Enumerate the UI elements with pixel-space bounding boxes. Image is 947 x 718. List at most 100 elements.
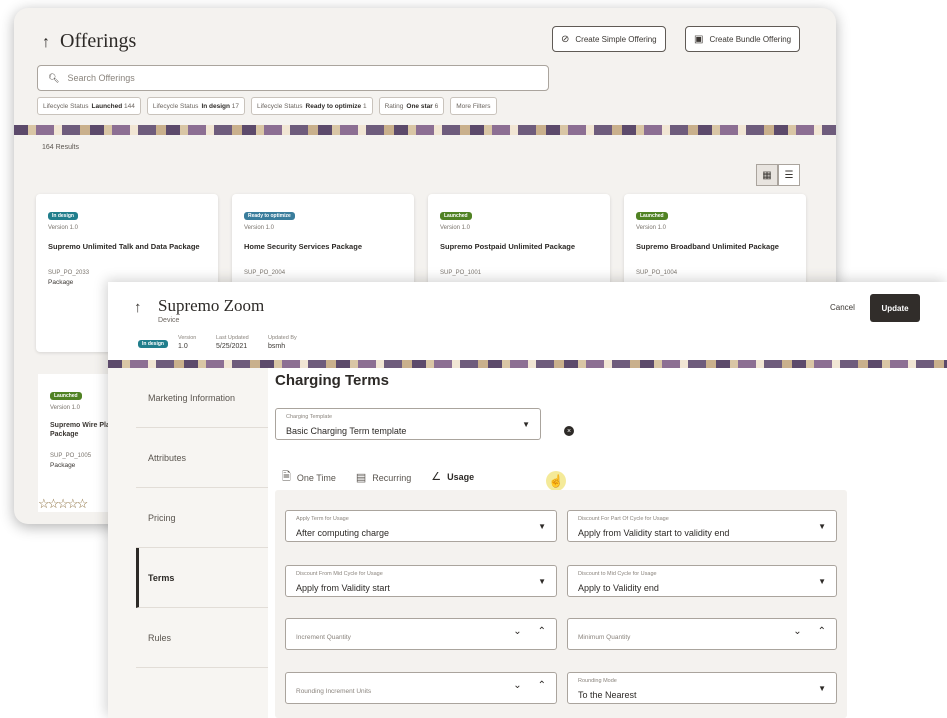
create-bundle-label: Create Bundle Offering [709,34,792,44]
minimum-quantity-stepper[interactable]: Minimum Quantity ⌄ ⌃ [567,618,837,650]
view-toggle: ▦ ☰ [756,164,800,186]
card-version: Version 1.0 [244,225,275,231]
chevron-down-icon[interactable]: ⌄ [513,680,521,691]
status-badge: Launched [636,212,668,220]
chevron-down-icon[interactable]: ⌄ [793,626,801,637]
chip-count: 6 [434,102,439,110]
card-version: Version 1.0 [48,225,79,231]
nav-item-marketing-information[interactable]: Marketing Information [136,368,268,428]
document-icon: 🗎 [282,471,291,483]
card-code: SUP_PO_2033 [48,270,90,276]
discount-from-mid-cycle-select[interactable]: Discount From Mid Cycle for Usage Apply … [285,565,557,597]
chip-value: Launched [91,102,123,110]
chevron-down-icon: ▼ [538,522,546,531]
chip-count: 1 [362,102,367,110]
card-version: Version 1.0 [440,225,471,231]
offering-title: Supremo Zoom [158,296,265,315]
chevron-up-icon[interactable]: ⌃ [538,626,546,637]
meta-value: 5/25/2021 [216,343,248,350]
status-badge: Ready to optimize [244,212,295,220]
decorative-banner [108,360,947,368]
usage-terms-panel: Apply Term for Usage After computing cha… [275,490,847,718]
chevron-down-icon[interactable]: ⌄ [513,626,521,637]
back-arrow-icon[interactable]: ↑ [42,34,50,51]
status-badge: Launched [50,392,82,400]
field-value: Basic Charging Term template [286,426,407,436]
page-title: ↑ Offerings [42,30,136,53]
tab-label: Recurring [372,472,412,483]
increment-quantity-stepper[interactable]: Increment Quantity ⌄ ⌃ [285,618,557,650]
field-label: Discount For Part Of Cycle for Usage [578,516,669,522]
chip-value: In design [201,102,230,110]
card-code: SUP_PO_1001 [440,270,482,276]
chip-count: 17 [231,102,240,110]
filter-chip[interactable]: Lifecycle Status In design 17 [146,97,246,115]
rounding-mode-select[interactable]: Rounding Mode To the Nearest ▼ [567,672,837,704]
create-simple-offering-button[interactable]: ⊘ Create Simple Offering [552,26,666,52]
chip-label: Lifecycle Status [43,102,89,110]
decorative-banner [14,125,836,135]
chevron-up-icon[interactable]: ⌃ [818,626,826,637]
detail-main: Charging Terms Charging Template Basic C… [268,368,947,718]
meta-label: Last Updated [216,335,249,341]
nav-item-terms[interactable]: Terms [136,548,268,608]
create-simple-label: Create Simple Offering [575,34,657,44]
cancel-button[interactable]: Cancel [830,303,855,312]
card-name: Supremo Postpaid Unlimited Package [440,242,576,251]
filter-chip[interactable]: Lifecycle Status Launched 144 [37,97,141,115]
field-label: Increment Quantity [296,634,351,641]
chevron-down-icon: ▼ [818,577,826,586]
filter-chip[interactable]: Rating One star 6 [378,97,445,115]
meta-value: bsmh [268,343,286,350]
discount-to-mid-cycle-select[interactable]: Discount to Mid Cycle for Usage Apply to… [567,565,837,597]
stepper-controls: ⌄ ⌃ [793,626,826,637]
update-button[interactable]: Update [870,294,920,322]
chip-label: Lifecycle Status [257,102,303,110]
meta-version: Version 1.0 [178,335,196,350]
chevron-up-icon[interactable]: ⌃ [538,680,546,691]
chip-label: Lifecycle Status [152,102,199,110]
offering-subtitle: Device [158,317,180,324]
chevron-down-icon: ▼ [818,684,826,693]
filter-chips: Lifecycle Status Launched 144 Lifecycle S… [37,97,497,115]
search-icon: 🔍︎ [48,72,60,83]
meta-label: Updated By [268,335,297,341]
nav-item-attributes[interactable]: Attributes [136,428,268,488]
nav-item-rules[interactable]: Rules [136,608,268,668]
section-title: Charging Terms [275,372,389,389]
status-badge: Launched [440,212,472,220]
tab-label: Usage [447,471,475,482]
detail-sidebar: Marketing Information Attributes Pricing… [108,368,268,718]
back-arrow-icon[interactable]: ↑ [134,299,142,316]
meta-last-updated: Last Updated 5/25/2021 [216,335,249,350]
card-version: Version 1.0 [636,225,667,231]
more-filters-chip[interactable]: More Filters [450,97,497,115]
chevron-down-icon: ▼ [522,420,530,429]
field-value: Apply from Validity start to validity en… [578,528,730,538]
bundle-icon: ▣ [694,33,704,45]
stepper-controls: ⌄ ⌃ [513,626,546,637]
charging-template-select[interactable]: Charging Template Basic Charging Term te… [275,408,541,440]
apply-term-usage-select[interactable]: Apply Term for Usage After computing cha… [285,510,557,542]
field-value: After computing charge [296,528,390,538]
rounding-increment-units-stepper[interactable]: Rounding Increment Units ⌄ ⌃ [285,672,557,704]
status-badge: In design [48,212,78,220]
field-label: Charging Template [286,414,333,420]
rating-stars-icon: ☆☆☆☆☆ [38,496,88,511]
grid-view-icon[interactable]: ▦ [756,164,778,186]
list-view-icon[interactable]: ☰ [778,164,800,186]
create-bundle-offering-button[interactable]: ▣ Create Bundle Offering [685,26,801,52]
calendar-icon: ▤ [355,472,367,484]
chevron-down-icon: ▼ [538,577,546,586]
discount-part-cycle-select[interactable]: Discount For Part Of Cycle for Usage App… [567,510,837,542]
hand-cursor-icon: ☝ [546,471,566,491]
chip-count: 144 [124,102,135,110]
clear-icon[interactable]: × [564,426,574,436]
filter-chip[interactable]: Lifecycle Status Ready to optimize 1 [251,97,373,115]
search-input[interactable]: 🔍︎ Search Offerings [37,65,549,91]
nav-item-pricing[interactable]: Pricing [136,488,268,548]
meta-value: 1.0 [178,343,188,350]
chevron-down-icon: ▼ [818,522,826,531]
card-name: Supremo Broadband Unlimited Package [636,242,779,251]
field-label: Rounding Increment Units [296,688,372,695]
